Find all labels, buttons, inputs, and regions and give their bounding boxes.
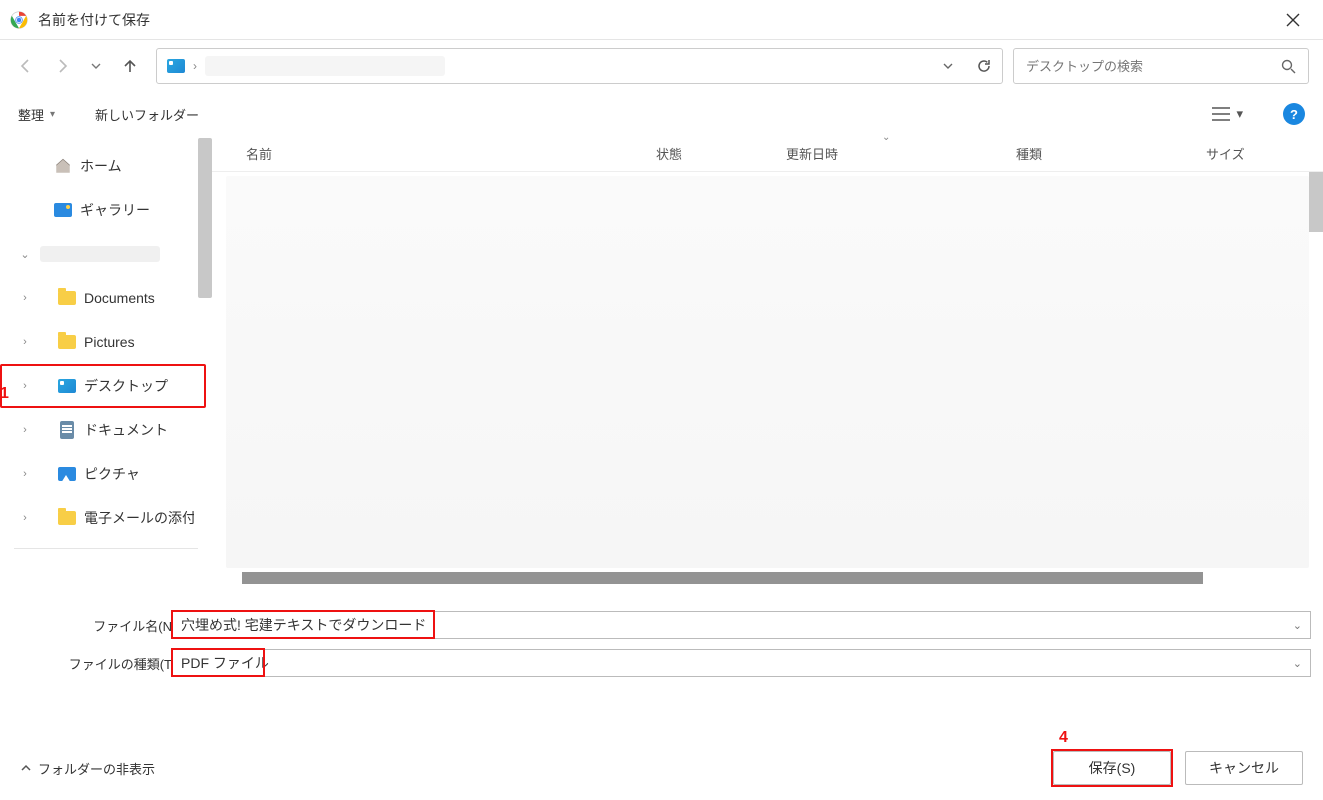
chevron-right-icon: › <box>18 292 32 304</box>
sidebar-gallery[interactable]: ギャラリー <box>0 188 212 232</box>
file-list-blurred <box>226 176 1309 568</box>
filetype-row: ファイルの種類(T 3 PDF ファイル ⌄ <box>50 644 1311 682</box>
view-button[interactable]: ▾ <box>1212 106 1243 122</box>
sidebar-item-pictures-jp[interactable]: › ピクチャ <box>0 452 212 496</box>
chrome-icon <box>10 11 28 29</box>
sidebar-gallery-label: ギャラリー <box>80 200 150 220</box>
sidebar-item-blurred[interactable]: ⌄ <box>0 232 212 276</box>
back-button[interactable] <box>18 58 34 74</box>
chevron-right-icon: › <box>18 424 32 436</box>
sidebar-item-label: Documents <box>84 290 155 306</box>
sidebar-item-email-attach[interactable]: › 電子メールの添付 <box>0 496 212 540</box>
col-state[interactable]: 状態 <box>656 144 786 163</box>
file-scrollbar-v[interactable] <box>1309 172 1323 232</box>
caret-down-icon: ▾ <box>1236 106 1243 122</box>
cancel-label: キャンセル <box>1209 758 1279 778</box>
folder-icon <box>58 509 76 527</box>
address-bar[interactable]: › <box>156 48 1003 84</box>
chevron-down-icon[interactable]: ⌄ <box>1293 619 1302 632</box>
gallery-icon <box>54 201 72 219</box>
filename-input[interactable]: 穴埋め式! 宅建テキストでダウンロード ⌄ <box>172 611 1311 639</box>
search-box[interactable] <box>1013 48 1309 84</box>
col-date[interactable]: 更新日時⌄ <box>786 144 1016 163</box>
col-type[interactable]: 種類 <box>1016 144 1206 163</box>
nav-arrows <box>14 58 146 74</box>
annotation-1: 1 <box>0 385 9 403</box>
home-icon <box>54 157 72 175</box>
sidebar-item-label: ピクチャ <box>84 464 140 484</box>
sidebar: ホーム ギャラリー ⌄ › Documents › Pictures › デ <box>0 136 212 586</box>
filetype-value: PDF ファイル <box>181 653 269 673</box>
chevron-right-icon: › <box>18 468 32 480</box>
save-label: 保存(S) <box>1089 758 1136 778</box>
chevron-right-icon: › <box>18 512 32 524</box>
breadcrumb-blurred <box>205 56 445 76</box>
file-pane: 名前 状態 更新日時⌄ 種類 サイズ <box>212 136 1323 586</box>
filetype-select[interactable]: PDF ファイル ⌄ <box>172 649 1311 677</box>
toolbar: 整理 ▾ 新しいフォルダー ▾ ? <box>0 92 1323 136</box>
sidebar-home[interactable]: ホーム <box>0 144 212 188</box>
chevron-up-icon <box>20 762 32 774</box>
sidebar-item-label: 電子メールの添付 <box>84 508 194 528</box>
picture-icon <box>58 465 76 483</box>
folder-icon <box>58 289 76 307</box>
refresh-button[interactable] <box>976 58 992 74</box>
folder-icon <box>58 333 76 351</box>
titlebar: 名前を付けて保存 <box>0 0 1323 40</box>
search-input[interactable] <box>1026 59 1281 74</box>
col-name[interactable]: 名前 <box>246 144 656 163</box>
recent-dropdown[interactable] <box>90 60 102 72</box>
sidebar-item-documents[interactable]: › Documents <box>0 276 212 320</box>
desktop-icon <box>167 59 185 73</box>
sidebar-home-label: ホーム <box>80 156 122 176</box>
new-folder-button[interactable]: 新しいフォルダー <box>95 105 199 124</box>
filename-value: 穴埋め式! 宅建テキストでダウンロード <box>181 615 426 635</box>
col-size[interactable]: サイズ <box>1206 144 1245 163</box>
desktop-icon <box>58 377 76 395</box>
sidebar-item-label: ドキュメント <box>84 420 168 440</box>
blurred-label <box>40 246 160 262</box>
close-button[interactable] <box>1273 0 1313 40</box>
cancel-button[interactable]: キャンセル <box>1185 751 1303 785</box>
document-icon <box>58 421 76 439</box>
annotation-4: 4 <box>1059 729 1068 747</box>
help-button[interactable]: ? <box>1283 103 1305 125</box>
search-icon <box>1281 59 1296 74</box>
address-dropdown[interactable] <box>942 60 954 72</box>
caret-down-icon: ▾ <box>50 109 55 120</box>
organize-button[interactable]: 整理 ▾ <box>18 105 55 124</box>
folder-hide-label: フォルダーの非表示 <box>38 759 155 778</box>
filename-row: ファイル名(N 2 穴埋め式! 宅建テキストでダウンロード ⌄ <box>50 606 1311 644</box>
sidebar-item-label: デスクトップ <box>84 376 168 396</box>
filename-label: ファイル名(N 2 <box>50 616 172 635</box>
sidebar-scrollbar[interactable] <box>198 138 212 298</box>
window-title: 名前を付けて保存 <box>38 10 1273 30</box>
save-fields: ファイル名(N 2 穴埋め式! 宅建テキストでダウンロード ⌄ ファイルの種類(… <box>0 586 1323 682</box>
sidebar-item-desktop[interactable]: › デスクトップ <box>0 364 206 408</box>
footer: フォルダーの非表示 4 保存(S) キャンセル <box>0 736 1323 800</box>
file-scrollbar-h[interactable] <box>242 572 1203 584</box>
sidebar-item-documents-jp[interactable]: › ドキュメント <box>0 408 212 452</box>
chevron-down-icon[interactable]: ⌄ <box>1293 657 1302 670</box>
up-button[interactable] <box>122 58 138 74</box>
sidebar-separator <box>14 548 198 549</box>
save-button[interactable]: 保存(S) <box>1053 751 1171 785</box>
filetype-label: ファイルの種類(T 3 <box>50 654 172 673</box>
chevron-right-icon: › <box>18 336 32 348</box>
breadcrumb-sep: › <box>193 59 197 73</box>
nav-row: › <box>0 40 1323 92</box>
sort-caret-icon: ⌄ <box>882 132 890 143</box>
folder-hide-toggle[interactable]: フォルダーの非表示 <box>20 759 155 778</box>
forward-button[interactable] <box>54 58 70 74</box>
sidebar-item-pictures[interactable]: › Pictures <box>0 320 212 364</box>
column-headers: 名前 状態 更新日時⌄ 種類 サイズ <box>212 136 1323 172</box>
sidebar-item-label: Pictures <box>84 334 135 350</box>
chevron-down-icon: ⌄ <box>18 248 32 261</box>
main-area: ホーム ギャラリー ⌄ › Documents › Pictures › デ <box>0 136 1323 586</box>
chevron-right-icon: › <box>18 380 32 392</box>
organize-label: 整理 <box>18 105 44 124</box>
